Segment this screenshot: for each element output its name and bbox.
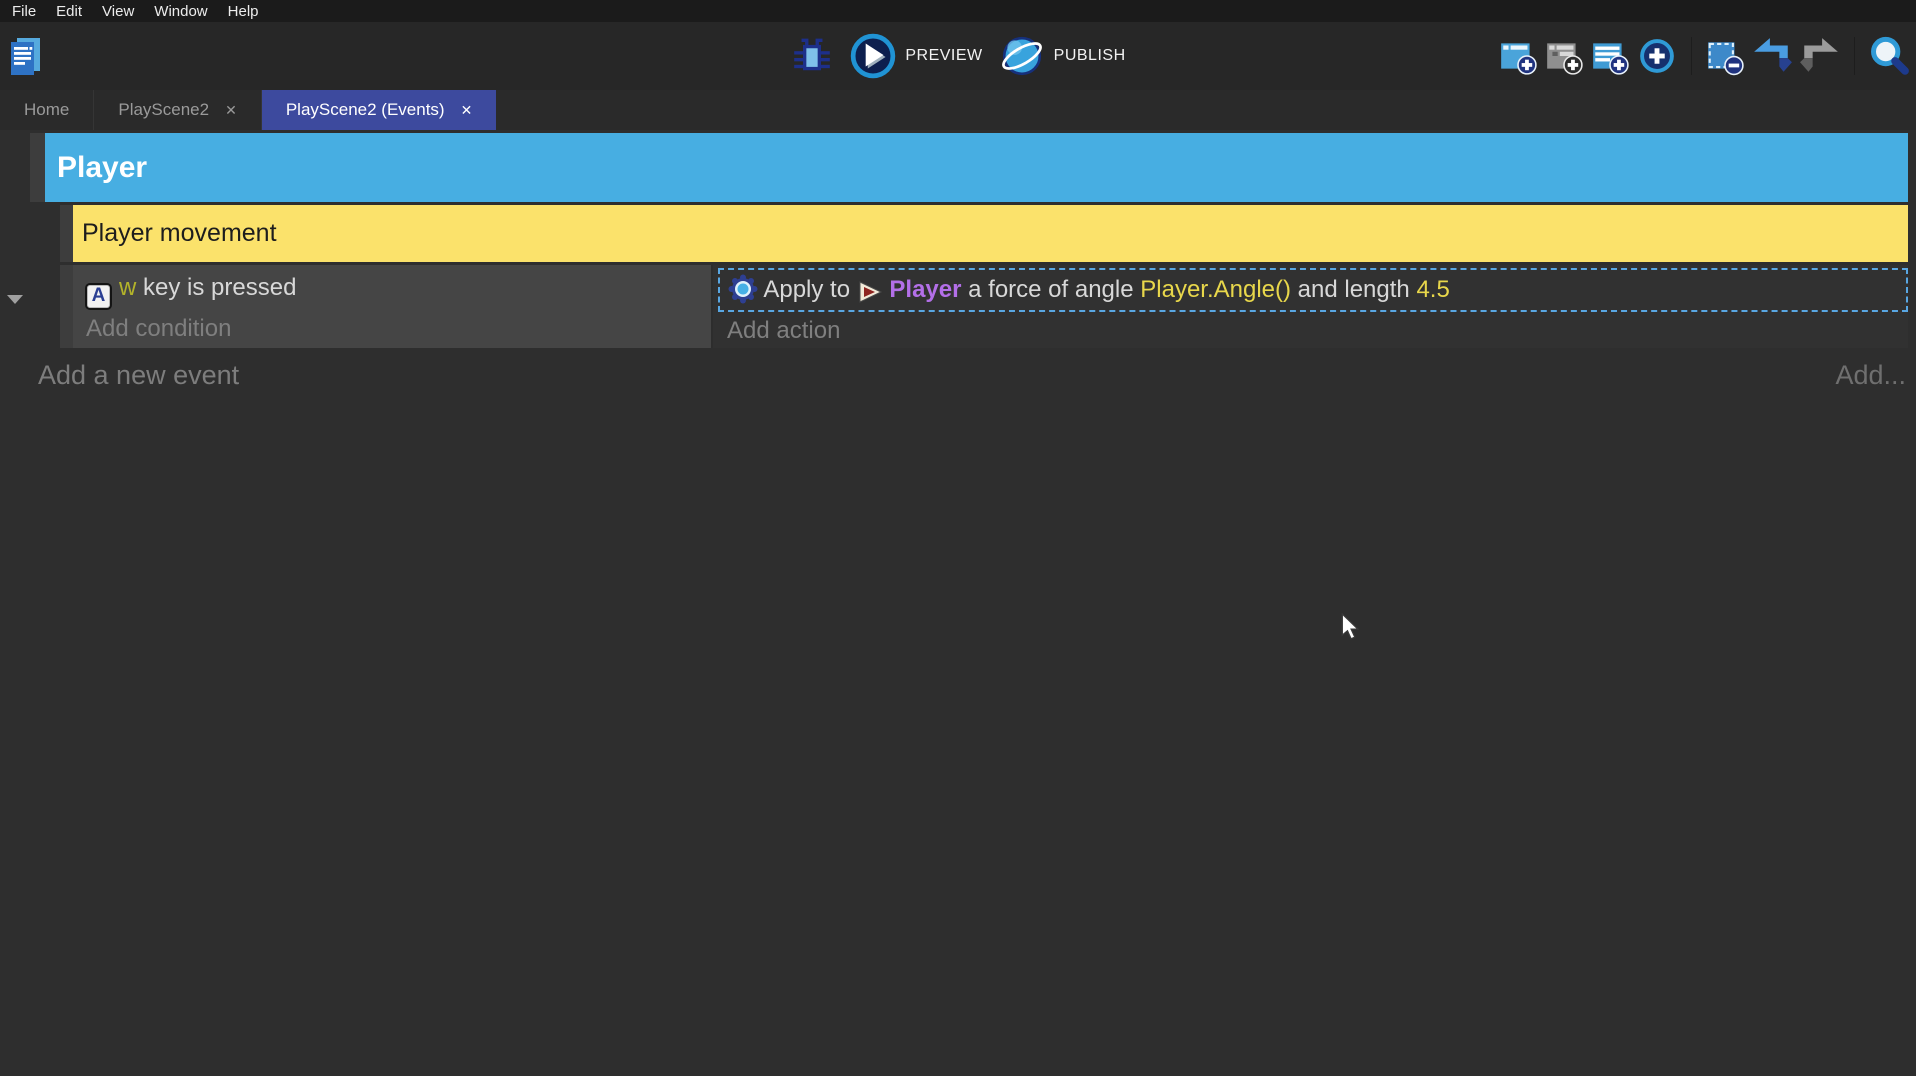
tab-label: PlayScene2 (Events)	[286, 100, 445, 120]
add-event-icon	[1498, 36, 1538, 76]
toolbar-separator	[1691, 37, 1692, 75]
redo-button[interactable]	[1799, 37, 1841, 75]
comment-drag-handle[interactable]	[60, 205, 73, 262]
tab-bar: Home PlayScene2 ✕ PlayScene2 (Events) ✕	[0, 90, 1916, 130]
publish-button[interactable]: PUBLISH	[999, 33, 1126, 79]
menu-view[interactable]: View	[92, 3, 144, 20]
add-subevent-icon	[1544, 36, 1584, 76]
add-action-link[interactable]: Add action	[718, 317, 1908, 345]
debugger-bug-icon	[790, 35, 834, 77]
preview-play-icon	[850, 33, 896, 79]
gdevelop-window: File Edit View Window Help	[0, 0, 1916, 1076]
close-icon[interactable]: ✕	[225, 102, 237, 119]
delete-selection-icon	[1705, 36, 1745, 76]
collapse-group-arrow-icon[interactable]	[7, 295, 23, 304]
action-expression: Player.Angle()	[1140, 276, 1291, 303]
condition-item[interactable]: Aw key is pressed	[85, 271, 711, 310]
menu-file[interactable]: File	[2, 3, 46, 20]
player-object-icon	[857, 280, 883, 304]
group-drag-handle[interactable]	[30, 133, 45, 202]
debugger-button[interactable]	[790, 35, 834, 77]
condition-text: key is pressed	[136, 274, 296, 301]
action-item-selected[interactable]: Apply to Player a force of angle Player.…	[718, 268, 1908, 312]
menu-window[interactable]: Window	[144, 3, 217, 20]
comment-text: Player movement	[82, 219, 277, 248]
preview-button[interactable]: PREVIEW	[850, 33, 982, 79]
conditions-cell: Aw key is pressed Add condition	[73, 265, 713, 348]
force-icon	[728, 274, 758, 304]
condition-key-name: w	[119, 274, 136, 301]
main-toolbar: PREVIEW PUBLISH	[0, 22, 1916, 90]
event-drag-handle[interactable]	[60, 265, 73, 348]
search-icon	[1868, 35, 1910, 77]
add-comment-icon	[1590, 36, 1630, 76]
choose-event-icon	[1636, 35, 1678, 77]
add-comment-button[interactable]	[1590, 36, 1630, 76]
close-icon[interactable]: ✕	[461, 102, 473, 119]
comment-event[interactable]: Player movement	[73, 205, 1908, 262]
publish-globe-icon	[999, 33, 1045, 79]
tab-home[interactable]: Home	[0, 90, 93, 130]
actions-cell: Apply to Player a force of angle Player.…	[713, 265, 1908, 348]
preview-label: PREVIEW	[905, 47, 982, 65]
tab-playscene2[interactable]: PlayScene2 ✕	[93, 90, 260, 130]
publish-label: PUBLISH	[1054, 47, 1126, 65]
add-subevent-button[interactable]	[1544, 36, 1584, 76]
search-events-button[interactable]	[1868, 35, 1910, 77]
add-condition-link[interactable]: Add condition	[85, 315, 711, 343]
add-event-button[interactable]	[1498, 36, 1538, 76]
undo-icon	[1751, 37, 1793, 75]
event-row: Aw key is pressed Add condition	[73, 265, 1908, 348]
action-value: 4.5	[1416, 276, 1449, 303]
action-prefix: Apply to	[763, 276, 856, 303]
undo-button[interactable]	[1751, 37, 1793, 75]
choose-add-event-button[interactable]	[1636, 35, 1678, 77]
add-more-link[interactable]: Add...	[1835, 360, 1906, 391]
add-new-event-link[interactable]: Add a new event	[38, 360, 239, 391]
menu-edit[interactable]: Edit	[46, 3, 92, 20]
tab-label: PlayScene2	[118, 100, 209, 120]
action-object-name: Player	[889, 276, 961, 303]
redo-icon	[1799, 37, 1841, 75]
events-sheet: Player Player movement Aw key is pressed…	[0, 130, 1916, 1076]
delete-selection-button[interactable]	[1705, 36, 1745, 76]
action-tail: and length	[1291, 276, 1416, 303]
menu-bar: File Edit View Window Help	[0, 0, 1916, 22]
mouse-cursor	[1341, 613, 1363, 641]
menu-help[interactable]: Help	[218, 3, 269, 20]
events-toolbar	[1498, 22, 1910, 90]
toolbar-separator	[1854, 37, 1855, 75]
event-group-header[interactable]: Player	[45, 133, 1908, 202]
keyboard-key-icon: A	[85, 283, 112, 310]
action-middle: a force of angle	[961, 276, 1140, 303]
tab-playscene2-events[interactable]: PlayScene2 (Events) ✕	[261, 90, 496, 130]
tab-label: Home	[24, 100, 69, 120]
group-title: Player	[57, 151, 147, 185]
